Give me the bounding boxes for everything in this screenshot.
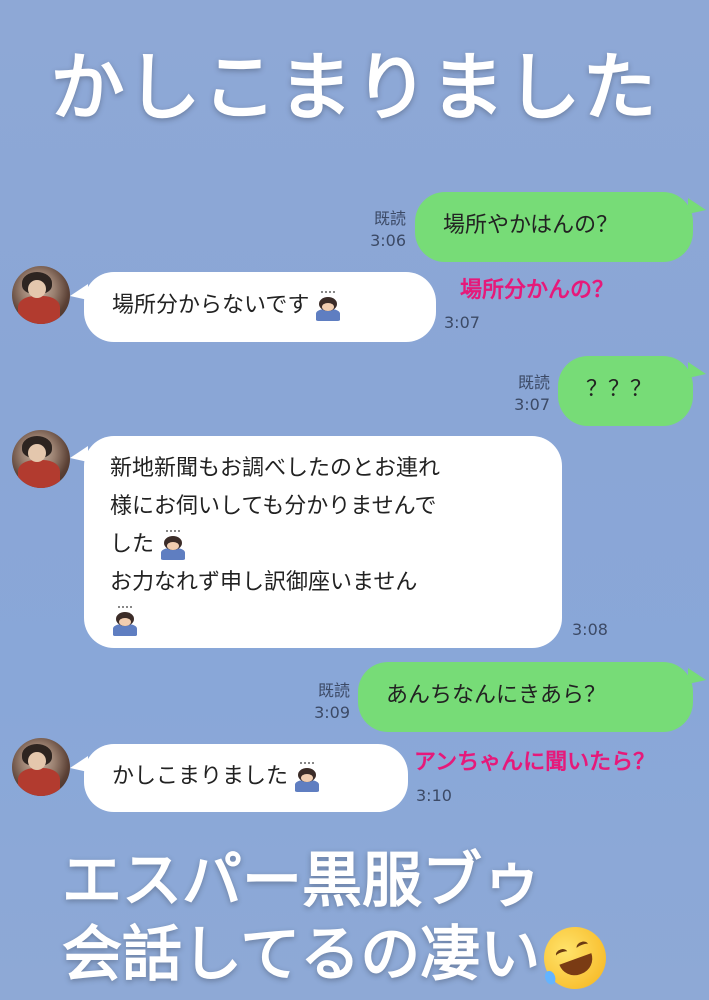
message-text-line: した	[110, 532, 155, 557]
bowing-person-icon	[110, 606, 140, 636]
caption-text: 会話してるの凄い	[62, 920, 541, 990]
message-time: 3:06	[370, 231, 406, 250]
message-text: あんちなんにきあら？	[386, 683, 607, 708]
headline-title: かしこまりました	[50, 45, 659, 131]
bubble-tail	[688, 198, 706, 214]
message-bubble-received: 新地新聞もお調べしたのとお連れ 様にお伺いしても分かりませんで した お力なれず…	[84, 436, 562, 648]
message-text-line: 新地新聞もお調べしたのとお連れ	[110, 456, 441, 481]
message-text: かしこまりました	[112, 764, 289, 789]
message-bubble-sent: 場所やかはんの？	[415, 192, 693, 262]
message-text-line: 様にお伺いしても分かりませんで	[110, 494, 437, 519]
message-bubble-sent: あんちなんにきあら？	[358, 662, 693, 732]
read-label: 既読	[517, 373, 550, 392]
message-text: ？？？	[586, 377, 653, 402]
message-time: 3:07	[444, 313, 480, 332]
message-time: 3:07	[514, 395, 550, 414]
message-time: 3:08	[572, 620, 608, 639]
message-text: 場所分からないです	[112, 293, 310, 318]
avatar[interactable]	[12, 430, 70, 488]
message-time: 3:10	[416, 786, 452, 805]
message-bubble-received: かしこまりました	[84, 744, 408, 812]
message-bubble-received: 場所分からないです	[84, 272, 436, 342]
bubble-tail	[688, 362, 706, 378]
annotation-text: 場所分かんの？	[460, 278, 615, 303]
read-label: 既読	[317, 681, 350, 700]
annotation-text: アンちゃんに聞いたら？	[414, 750, 656, 775]
read-label: 既読	[373, 209, 406, 228]
bowing-person-icon	[313, 291, 343, 321]
read-receipt: 既読 3:09	[300, 680, 350, 724]
message-bubble-sent: ？？？	[558, 356, 693, 426]
read-receipt: 既読 3:07	[500, 372, 550, 416]
avatar[interactable]	[12, 738, 70, 796]
caption-line: 会話してるの凄い	[62, 906, 615, 999]
bowing-person-icon	[292, 762, 322, 792]
read-receipt: 既読 3:06	[356, 208, 406, 252]
rolling-laughing-icon	[535, 918, 615, 999]
bubble-tail	[688, 668, 706, 684]
avatar[interactable]	[12, 266, 70, 324]
message-text-line: お力なれず申し訳御座いません	[110, 570, 418, 595]
message-text: 場所やかはんの？	[443, 213, 619, 238]
bowing-person-icon	[158, 530, 188, 560]
message-time: 3:09	[314, 703, 350, 722]
